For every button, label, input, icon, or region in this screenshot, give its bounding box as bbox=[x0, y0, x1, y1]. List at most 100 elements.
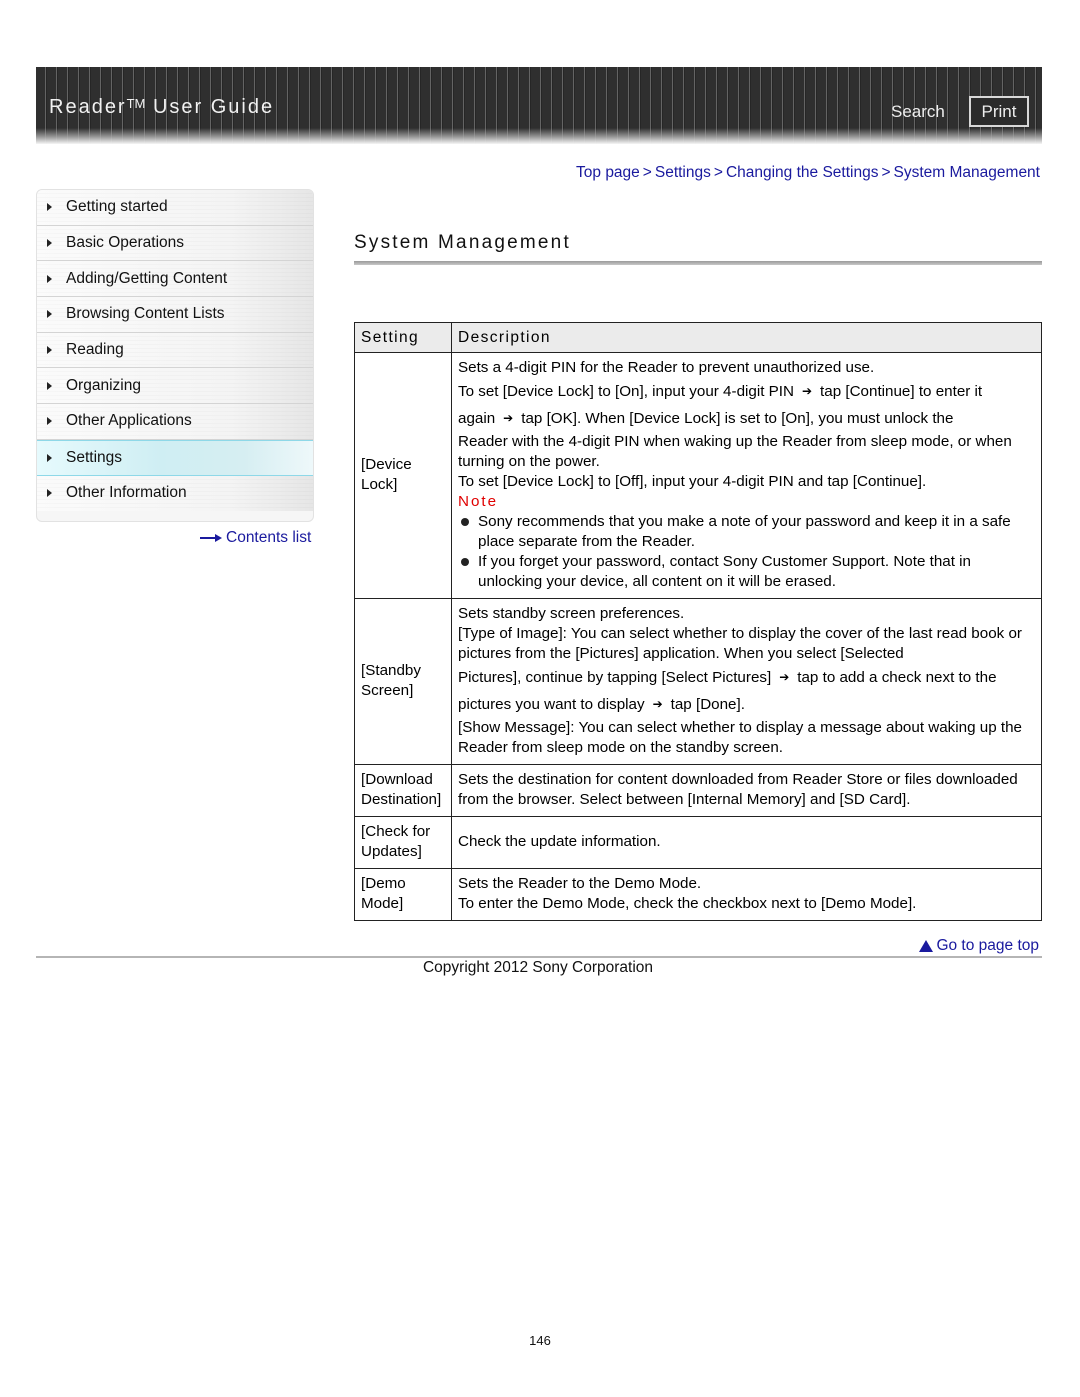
table-header-row: Setting Description bbox=[354, 322, 1042, 353]
note-list: Sony recommends that you make a note of … bbox=[458, 512, 1035, 592]
sidebar-item-label: Reading bbox=[66, 341, 124, 359]
description-fragment: tap to add a check next to the bbox=[797, 669, 997, 686]
description-text: Sets standby screen preferences. bbox=[458, 605, 685, 622]
breadcrumb-changing-settings[interactable]: Changing the Settings bbox=[726, 164, 879, 181]
title-divider bbox=[354, 261, 1042, 265]
sidebar-item-label: Settings bbox=[66, 448, 123, 466]
sidebar-item-label: Basic Operations bbox=[66, 234, 185, 252]
triangle-up-icon bbox=[919, 940, 934, 952]
description-text: Check the update information. bbox=[458, 833, 661, 850]
description-text: Pictures], continue by tapping [Select P… bbox=[458, 664, 1035, 691]
description-fragment: To set [Device Lock] to [On], input your… bbox=[458, 383, 794, 400]
description-cell: Check the update information. bbox=[451, 816, 1042, 869]
arrow-right-icon bbox=[200, 534, 222, 542]
sidebar-item-basic-operations[interactable]: Basic Operations bbox=[37, 225, 313, 262]
description-text: again ➔ tap [OK]. When [Device Lock] is se… bbox=[458, 405, 1035, 432]
triangle-right-icon bbox=[47, 417, 52, 426]
search-link[interactable]: Search bbox=[891, 102, 945, 122]
description-text: [Show Message]: You can select whether t… bbox=[458, 719, 1022, 756]
description-text: Sets the destination for content downloa… bbox=[458, 771, 1018, 808]
description-text: To enter the Demo Mode, check the checkb… bbox=[458, 895, 917, 912]
sidebar-item-label: Other Applications bbox=[66, 412, 192, 430]
table-row: [Download Destination] Sets the destinat… bbox=[354, 764, 1042, 817]
go-to-page-top-label: Go to page top bbox=[936, 937, 1039, 954]
description-text: Sets the Reader to the Demo Mode. bbox=[458, 875, 702, 892]
description-fragment: Pictures], continue by tapping [Select P… bbox=[458, 669, 772, 686]
guide-title: ReaderTM User Guide bbox=[49, 96, 274, 119]
setting-cell: [Check for Updates] bbox=[354, 816, 452, 869]
triangle-right-icon bbox=[47, 203, 52, 212]
setting-cell: [Demo Mode] bbox=[354, 868, 452, 921]
description-text: pictures you want to display ➔ tap [Done]. bbox=[458, 691, 1035, 718]
go-to-page-top-link[interactable]: Go to page top bbox=[919, 937, 1039, 955]
sidebar-item-browsing-content-lists[interactable]: Browsing Content Lists bbox=[37, 297, 313, 333]
triangle-right-icon bbox=[47, 489, 52, 498]
description-cell: Sets the destination for content downloa… bbox=[451, 764, 1042, 817]
description-fragment: pictures you want to display bbox=[458, 696, 645, 713]
table-row: [Demo Mode] Sets the Reader to the Demo … bbox=[354, 868, 1042, 921]
description-cell: Sets a 4-digit PIN for the Reader to pre… bbox=[451, 352, 1042, 599]
sidebar-item-label: Getting started bbox=[66, 198, 168, 216]
sidebar-item-other-applications[interactable]: Other Applications bbox=[37, 404, 313, 440]
page-number: 146 bbox=[529, 1333, 551, 1348]
contents-list-label: Contents list bbox=[226, 529, 312, 546]
note-item: If you forget your password, contact Son… bbox=[458, 552, 1035, 592]
breadcrumb-top-page[interactable]: Top page bbox=[576, 164, 640, 181]
sidebar-nav: Getting started Basic Operations Adding/… bbox=[36, 189, 314, 522]
description-text: [Type of Image]: You can select whether … bbox=[458, 625, 1022, 662]
table-row: [Device Lock] Sets a 4-digit PIN for the… bbox=[354, 352, 1042, 599]
setting-cell: [Download Destination] bbox=[354, 764, 452, 817]
sidebar-item-getting-started[interactable]: Getting started bbox=[37, 190, 313, 226]
triangle-right-icon bbox=[47, 381, 52, 390]
breadcrumb-separator: > bbox=[642, 164, 652, 181]
settings-table: Setting Description [Device Lock] Sets a… bbox=[354, 322, 1042, 921]
description-cell: Sets standby screen preferences. [Type o… bbox=[451, 598, 1042, 765]
description-text: Reader with the 4-digit PIN when waking … bbox=[458, 433, 1012, 470]
sidebar-item-label: Other Information bbox=[66, 484, 187, 502]
sidebar-item-label: Organizing bbox=[66, 376, 141, 394]
title-reader: Reader bbox=[49, 96, 127, 118]
setting-cell: [Device Lock] bbox=[354, 352, 452, 599]
table-row: [Standby Screen] Sets standby screen pre… bbox=[354, 598, 1042, 765]
column-header-description: Description bbox=[451, 322, 1042, 353]
trademark-symbol: TM bbox=[126, 96, 146, 111]
breadcrumb-separator: > bbox=[881, 164, 891, 181]
triangle-right-icon bbox=[47, 453, 52, 462]
description-fragment: tap [OK]. When [Device Lock] is set to [… bbox=[521, 410, 954, 427]
arrow-right-icon: ➔ bbox=[652, 697, 663, 711]
note-item: Sony recommends that you make a note of … bbox=[458, 512, 1035, 552]
breadcrumb: Top page > Settings > Changing the Settings >… bbox=[576, 164, 1040, 182]
description-text: To set [Device Lock] to [On], input your… bbox=[458, 378, 1035, 405]
description-text: Sets a 4-digit PIN for the Reader to pre… bbox=[458, 359, 875, 376]
description-fragment: tap [Done]. bbox=[670, 696, 745, 713]
sidebar-item-label: Browsing Content Lists bbox=[66, 305, 225, 323]
note-label: Note bbox=[458, 493, 499, 510]
triangle-right-icon bbox=[47, 239, 52, 248]
arrow-right-icon: ➔ bbox=[503, 411, 514, 425]
title-user-guide: User Guide bbox=[145, 96, 275, 118]
description-cell: Sets the Reader to the Demo Mode. To ent… bbox=[451, 868, 1042, 921]
breadcrumb-separator: > bbox=[713, 164, 723, 181]
contents-list-link[interactable]: Contents list bbox=[200, 529, 311, 547]
sidebar-item-organizing[interactable]: Organizing bbox=[37, 368, 313, 405]
page-title: System Management bbox=[354, 232, 571, 253]
sidebar-item-other-information[interactable]: Other Information bbox=[37, 475, 313, 512]
sidebar-item-label: Adding/Getting Content bbox=[66, 269, 228, 287]
description-text: To set [Device Lock] to [Off], input you… bbox=[458, 473, 927, 490]
table-row: [Check for Updates] Check the update inf… bbox=[354, 816, 1042, 869]
sidebar-item-adding-getting-content[interactable]: Adding/Getting Content bbox=[37, 261, 313, 298]
sidebar-item-settings[interactable]: Settings bbox=[37, 439, 313, 476]
header-bar: ReaderTM User Guide Search Print bbox=[36, 67, 1042, 144]
print-button[interactable]: Print bbox=[969, 96, 1029, 127]
breadcrumb-system-management[interactable]: System Management bbox=[894, 164, 1040, 181]
footer-divider bbox=[36, 956, 1042, 958]
description-fragment: again bbox=[458, 410, 496, 427]
arrow-right-icon: ➔ bbox=[801, 384, 813, 398]
setting-cell: [Standby Screen] bbox=[354, 598, 452, 765]
column-header-setting: Setting bbox=[354, 322, 452, 353]
triangle-right-icon bbox=[47, 346, 52, 355]
sidebar-item-reading[interactable]: Reading bbox=[37, 332, 313, 369]
description-fragment: tap [Continue] to enter it bbox=[820, 383, 983, 400]
triangle-right-icon bbox=[47, 310, 52, 319]
breadcrumb-settings[interactable]: Settings bbox=[655, 164, 711, 181]
